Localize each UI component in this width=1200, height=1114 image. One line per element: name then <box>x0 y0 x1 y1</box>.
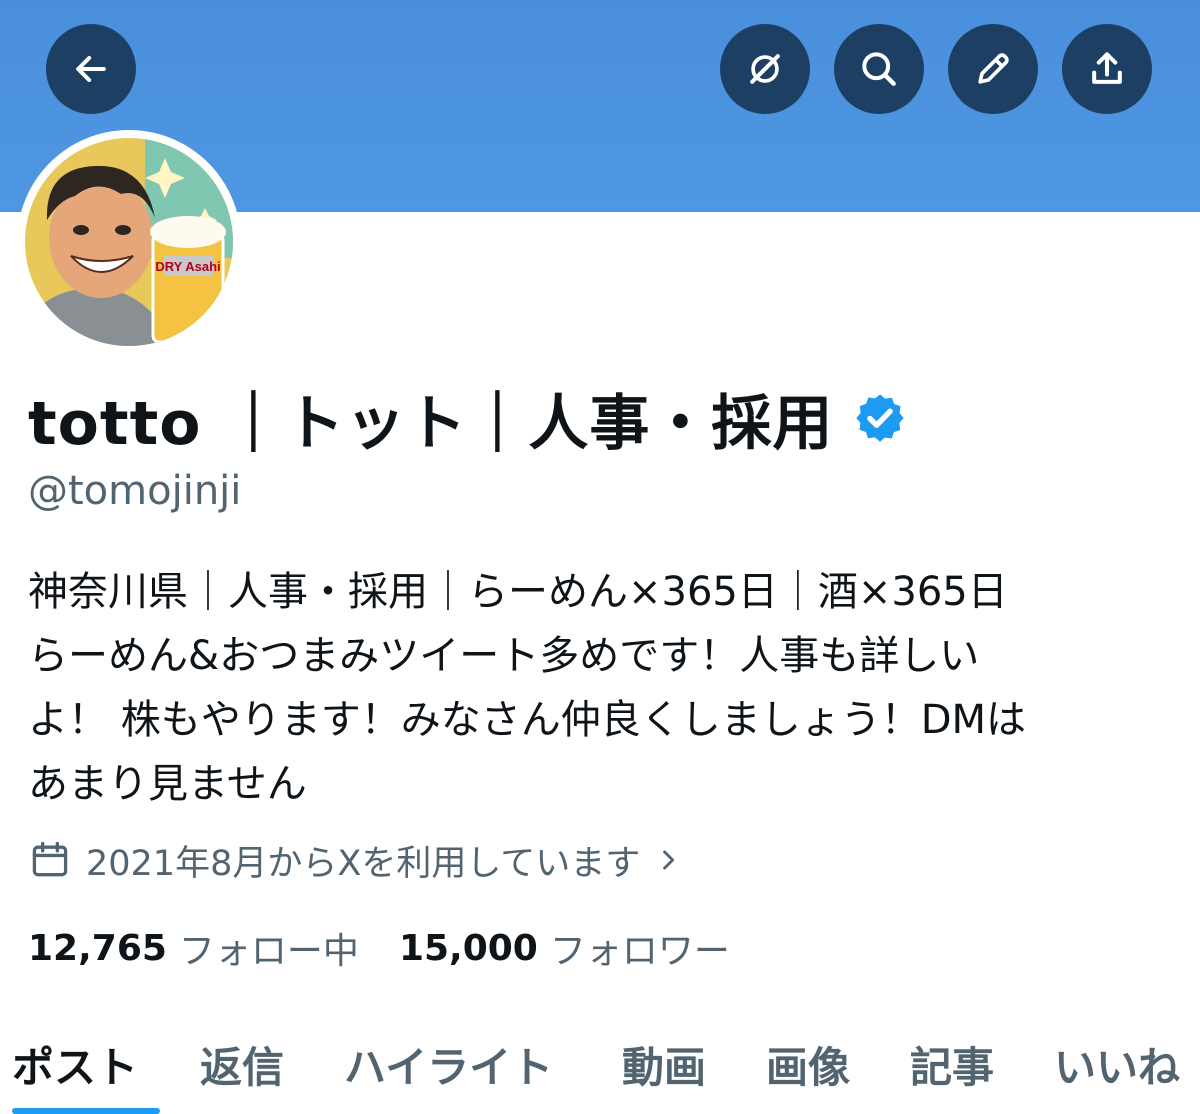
joined-date[interactable]: 2021年8月からXを利用しています <box>28 832 682 888</box>
edit-button[interactable] <box>948 24 1038 114</box>
verified-badge-icon[interactable] <box>853 391 907 445</box>
back-button[interactable] <box>46 24 136 114</box>
search-button[interactable] <box>834 24 924 114</box>
joined-text: 2021年8月からXを利用しています <box>86 843 641 884</box>
share-icon <box>1092 52 1122 84</box>
search-icon <box>862 52 896 86</box>
following-count[interactable]: 12,765 <box>28 928 167 969</box>
tab-likes[interactable]: いいね <box>1054 1024 1180 1104</box>
tab-replies[interactable]: 返信 <box>200 1024 284 1104</box>
back-arrow-icon <box>76 55 106 83</box>
display-name-text: totto ｜トット｜人事・採用 <box>28 388 834 459</box>
following-label[interactable]: フォロー中 <box>179 922 359 974</box>
grok-icon <box>750 54 780 84</box>
active-tab-indicator <box>12 1108 160 1114</box>
profile-bio: 神奈川県｜人事・採用｜らーめん×365日｜酒×365日 らーめん&おつまみツイー… <box>28 569 1027 807</box>
display-name: totto ｜トット｜人事・採用 <box>28 382 907 459</box>
tab-images[interactable]: 画像 <box>766 1024 850 1104</box>
profile-tabs: ポスト 返信 ハイライト 動画 画像 記事 いいね <box>0 1024 1200 1114</box>
user-handle: @tomojinji <box>28 468 242 514</box>
followers-count[interactable]: 15,000 <box>399 928 538 969</box>
avatar-illustration: DRY Asahi <box>25 138 233 346</box>
pencil-icon <box>978 53 1009 84</box>
avatar[interactable]: DRY Asahi <box>17 130 241 354</box>
avatar-label: DRY Asahi <box>155 259 220 274</box>
grok-button[interactable] <box>720 24 810 114</box>
tab-highlights[interactable]: ハイライト <box>344 1024 553 1104</box>
follow-stats: 12,765 フォロー中 15,000 フォロワー <box>28 920 730 976</box>
tab-articles[interactable]: 記事 <box>910 1024 994 1104</box>
followers-label[interactable]: フォロワー <box>550 922 730 974</box>
tab-posts[interactable]: ポスト <box>12 1024 138 1104</box>
calendar-icon <box>32 841 68 877</box>
tab-videos[interactable]: 動画 <box>622 1024 706 1104</box>
share-button[interactable] <box>1062 24 1152 114</box>
chevron-right-icon <box>663 850 675 870</box>
